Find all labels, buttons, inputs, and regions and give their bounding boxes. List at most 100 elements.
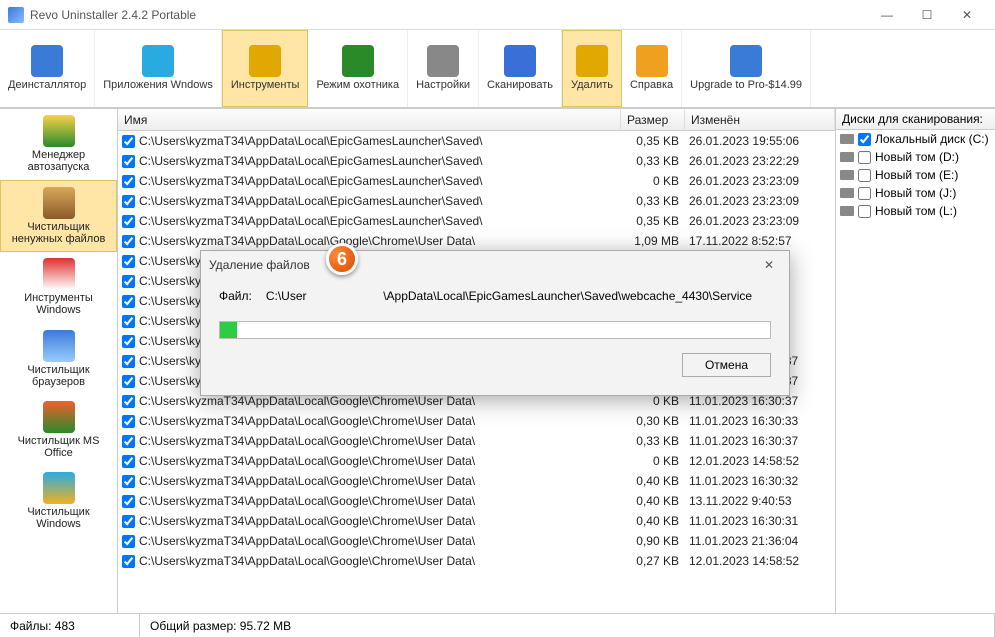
cell-modified: 11.01.2023 16:30:37 [685, 394, 835, 408]
toolbar-icon [142, 45, 174, 77]
side-label: Чистильщик Windows [4, 506, 113, 530]
side-item[interactable]: Чистильщик браузеров [0, 324, 117, 395]
disk-checkbox[interactable] [858, 205, 871, 218]
table-row[interactable]: C:\Users\kyzmaT34\AppData\Local\Google\C… [118, 411, 835, 431]
side-label: Инструменты Windows [4, 292, 113, 316]
row-checkbox[interactable] [122, 455, 135, 468]
table-row[interactable]: C:\Users\kyzmaT34\AppData\Local\Google\C… [118, 431, 835, 451]
table-row[interactable]: C:\Users\kyzmaT34\AppData\Local\Google\C… [118, 471, 835, 491]
minimize-button[interactable]: — [867, 1, 907, 29]
row-checkbox[interactable] [122, 255, 135, 268]
row-checkbox[interactable] [122, 475, 135, 488]
side-item[interactable]: Чистильщик MS Office [0, 395, 117, 466]
cell-modified: 26.01.2023 23:23:09 [685, 174, 835, 188]
row-checkbox[interactable] [122, 155, 135, 168]
toolbar-label: Режим охотника [316, 79, 399, 91]
cell-name: C:\Users\kyzmaT34\AppData\Local\Google\C… [139, 494, 621, 508]
cell-size: 1,09 MB [621, 234, 685, 248]
row-checkbox[interactable] [122, 295, 135, 308]
side-item[interactable]: Инструменты Windows [0, 252, 117, 323]
dialog-close-button[interactable]: ✕ [757, 255, 781, 275]
cancel-button[interactable]: Отмена [682, 353, 771, 377]
titlebar: Revo Uninstaller 2.4.2 Portable — ☐ ✕ [0, 0, 995, 30]
delete-dialog: Удаление файлов ✕ Файл: C:\User \AppData… [200, 250, 790, 396]
maximize-button[interactable]: ☐ [907, 1, 947, 29]
side-label: Чистильщик MS Office [4, 435, 113, 459]
table-row[interactable]: C:\Users\kyzmaT34\AppData\Local\Google\C… [118, 551, 835, 571]
disk-item[interactable]: Новый том (J:) [836, 184, 995, 202]
disk-checkbox[interactable] [858, 151, 871, 164]
disk-item[interactable]: Новый том (D:) [836, 148, 995, 166]
toolbar-icon [730, 45, 762, 77]
row-checkbox[interactable] [122, 435, 135, 448]
disk-item[interactable]: Новый том (L:) [836, 202, 995, 220]
row-checkbox[interactable] [122, 215, 135, 228]
row-checkbox[interactable] [122, 535, 135, 548]
cell-modified: 26.01.2023 23:22:29 [685, 154, 835, 168]
side-icon [43, 115, 75, 147]
toolbar-режим-охотника[interactable]: Режим охотника [308, 30, 408, 107]
toolbar-удалить[interactable]: Удалить [562, 30, 622, 107]
disk-label: Новый том (E:) [875, 168, 958, 182]
row-checkbox[interactable] [122, 135, 135, 148]
toolbar-upgrade-to-pro-14-99[interactable]: Upgrade to Pro-$14.99 [682, 30, 811, 107]
table-row[interactable]: C:\Users\kyzmaT34\AppData\Local\EpicGame… [118, 131, 835, 151]
cell-name: C:\Users\kyzmaT34\AppData\Local\EpicGame… [139, 154, 621, 168]
col-modified[interactable]: Изменён [685, 109, 835, 130]
toolbar-icon [342, 45, 374, 77]
disk-checkbox[interactable] [858, 169, 871, 182]
disk-item[interactable]: Новый том (E:) [836, 166, 995, 184]
cell-modified: 17.11.2022 8:52:57 [685, 234, 835, 248]
table-row[interactable]: C:\Users\kyzmaT34\AppData\Local\EpicGame… [118, 211, 835, 231]
row-checkbox[interactable] [122, 375, 135, 388]
table-row[interactable]: C:\Users\kyzmaT34\AppData\Local\Google\C… [118, 531, 835, 551]
disk-label: Новый том (J:) [875, 186, 956, 200]
row-checkbox[interactable] [122, 415, 135, 428]
toolbar-icon [31, 45, 63, 77]
toolbar-label: Инструменты [231, 79, 300, 91]
table-row[interactable]: C:\Users\kyzmaT34\AppData\Local\Google\C… [118, 491, 835, 511]
toolbar-справка[interactable]: Справка [622, 30, 682, 107]
side-item[interactable]: Менеджер автозапуска [0, 109, 117, 180]
table-row[interactable]: C:\Users\kyzmaT34\AppData\Local\Google\C… [118, 231, 835, 251]
row-checkbox[interactable] [122, 395, 135, 408]
row-checkbox[interactable] [122, 335, 135, 348]
row-checkbox[interactable] [122, 235, 135, 248]
disk-checkbox[interactable] [858, 133, 871, 146]
side-item[interactable]: Чистильщик Windows [0, 466, 117, 537]
table-header: Имя Размер Изменён [118, 109, 835, 131]
toolbar-приложения-wndows[interactable]: Приложения Wndows [95, 30, 222, 107]
toolbar-сканировать[interactable]: Сканировать [479, 30, 562, 107]
side-icon [43, 330, 75, 362]
table-row[interactable]: C:\Users\kyzmaT34\AppData\Local\Google\C… [118, 451, 835, 471]
cell-modified: 11.01.2023 16:30:37 [685, 434, 835, 448]
toolbar-деинсталлятор[interactable]: Деинсталлятор [0, 30, 95, 107]
row-checkbox[interactable] [122, 195, 135, 208]
row-checkbox[interactable] [122, 555, 135, 568]
table-row[interactable]: C:\Users\kyzmaT34\AppData\Local\EpicGame… [118, 191, 835, 211]
row-checkbox[interactable] [122, 315, 135, 328]
disk-item[interactable]: Локальный диск (C:) [836, 130, 995, 148]
table-row[interactable]: C:\Users\kyzmaT34\AppData\Local\EpicGame… [118, 151, 835, 171]
toolbar-настройки[interactable]: Настройки [408, 30, 479, 107]
side-item[interactable]: Чистильщик ненужных файлов [0, 180, 117, 252]
col-name[interactable]: Имя [118, 109, 621, 130]
table-row[interactable]: C:\Users\kyzmaT34\AppData\Local\EpicGame… [118, 171, 835, 191]
window-title: Revo Uninstaller 2.4.2 Portable [30, 8, 867, 22]
disks-header: Диски для сканирования: [836, 109, 995, 130]
cell-name: C:\Users\kyzmaT34\AppData\Local\Google\C… [139, 534, 621, 548]
toolbar-инструменты[interactable]: Инструменты [222, 30, 309, 107]
disk-checkbox[interactable] [858, 187, 871, 200]
row-checkbox[interactable] [122, 175, 135, 188]
row-checkbox[interactable] [122, 495, 135, 508]
col-size[interactable]: Размер [621, 109, 685, 130]
row-checkbox[interactable] [122, 355, 135, 368]
toolbar-label: Приложения Wndows [103, 79, 213, 91]
cell-size: 0,40 KB [621, 494, 685, 508]
toolbar-label: Удалить [571, 79, 613, 91]
cell-modified: 11.01.2023 16:30:31 [685, 514, 835, 528]
close-button[interactable]: ✕ [947, 1, 987, 29]
row-checkbox[interactable] [122, 275, 135, 288]
row-checkbox[interactable] [122, 515, 135, 528]
table-row[interactable]: C:\Users\kyzmaT34\AppData\Local\Google\C… [118, 511, 835, 531]
